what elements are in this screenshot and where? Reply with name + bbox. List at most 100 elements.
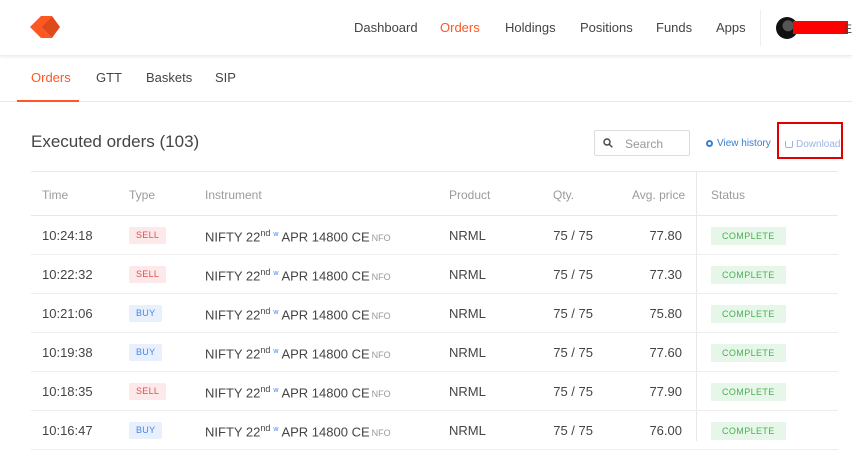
status-badge: COMPLETE: [711, 383, 786, 401]
search-icon: [603, 138, 613, 148]
instrument-contract: APR 14800 CE: [281, 385, 370, 401]
instrument-name[interactable]: NIFTY 22nd w APR 14800 CE NFO: [205, 384, 391, 400]
tab-baskets[interactable]: Baskets: [146, 70, 192, 85]
tab-sip[interactable]: SIP: [215, 70, 236, 85]
header-qty[interactable]: Qty.: [553, 188, 574, 202]
weekly-icon: w: [273, 426, 279, 434]
table-row[interactable]: 10:18:35 SELL NIFTY 22nd w APR 14800 CE NFO NR…: [31, 372, 838, 411]
order-type-badge: BUY: [129, 422, 163, 439]
order-time: 10:21:06: [42, 306, 93, 321]
product: NRML: [449, 423, 486, 438]
tab-gtt[interactable]: GTT: [96, 70, 122, 85]
nav-holdings[interactable]: Holdings: [505, 20, 556, 35]
table-row[interactable]: 10:19:38 BUY NIFTY 22nd w APR 14800 CE NFO NRM…: [31, 333, 838, 372]
order-type-badge: SELL: [129, 266, 167, 283]
main-nav: Dashboard Orders Holdings Positions Fund…: [0, 20, 852, 38]
avg-price: 77.90: [649, 384, 682, 399]
instrument-symbol: NIFTY 22: [205, 268, 261, 284]
exchange-label: NFO: [371, 272, 391, 283]
instrument-symbol: NIFTY 22: [205, 307, 261, 323]
header-product[interactable]: Product: [449, 188, 490, 202]
product: NRML: [449, 345, 486, 360]
instrument-date-suffix: nd: [260, 423, 271, 433]
weekly-icon: w: [273, 309, 279, 317]
nav-dashboard[interactable]: Dashboard: [354, 20, 418, 35]
nav-funds[interactable]: Funds: [656, 20, 692, 35]
history-icon: [706, 140, 713, 147]
download-icon: [785, 141, 793, 148]
order-type-badge: SELL: [129, 383, 167, 400]
download-link[interactable]: Download: [785, 139, 840, 150]
view-history-link[interactable]: View history: [706, 138, 771, 149]
order-time: 10:18:35: [42, 384, 93, 399]
status-badge: COMPLETE: [711, 266, 786, 284]
instrument-contract: APR 14800 CE: [281, 268, 370, 284]
table-row[interactable]: 10:24:18 SELL NIFTY 22nd w APR 14800 CE NFO NR…: [31, 216, 838, 255]
header-avg-price[interactable]: Avg. price: [632, 188, 685, 202]
weekly-icon: w: [273, 270, 279, 278]
order-type-badge: BUY: [129, 344, 163, 361]
header-status[interactable]: Status: [711, 188, 745, 202]
instrument-contract: APR 14800 CE: [281, 229, 370, 245]
product: NRML: [449, 228, 486, 243]
instrument-name[interactable]: NIFTY 22nd w APR 14800 CE NFO: [205, 423, 391, 439]
exchange-label: NFO: [371, 311, 391, 322]
avg-price: 77.30: [649, 267, 682, 282]
instrument-symbol: NIFTY 22: [205, 346, 261, 362]
instrument-name[interactable]: NIFTY 22nd w APR 14800 CE NFO: [205, 267, 391, 283]
order-type-badge: SELL: [129, 227, 167, 244]
exchange-label: NFO: [371, 428, 391, 439]
nav-positions[interactable]: Positions: [580, 20, 633, 35]
instrument-symbol: NIFTY 22: [205, 229, 261, 245]
order-time: 10:24:18: [42, 228, 93, 243]
product: NRML: [449, 384, 486, 399]
instrument-name[interactable]: NIFTY 22nd w APR 14800 CE NFO: [205, 228, 391, 244]
avg-price: 77.60: [649, 345, 682, 360]
username-tail[interactable]: E: [844, 22, 852, 36]
exchange-label: NFO: [371, 389, 391, 400]
page-title: Executed orders (103): [31, 132, 200, 151]
instrument-symbol: NIFTY 22: [205, 424, 261, 440]
tab-orders[interactable]: Orders: [31, 70, 71, 85]
nav-divider: [760, 10, 761, 46]
view-history-label: View history: [717, 138, 771, 149]
order-type-badge: BUY: [129, 305, 163, 322]
instrument-date-suffix: nd: [260, 228, 271, 238]
instrument-contract: APR 14800 CE: [281, 346, 370, 362]
weekly-icon: w: [273, 387, 279, 395]
instrument-name[interactable]: NIFTY 22nd w APR 14800 CE NFO: [205, 306, 391, 322]
search-box[interactable]: [594, 130, 690, 156]
top-navbar: Dashboard Orders Holdings Positions Fund…: [0, 0, 852, 56]
nav-apps[interactable]: Apps: [716, 20, 746, 35]
header-time[interactable]: Time: [42, 188, 68, 202]
avg-price: 76.00: [649, 423, 682, 438]
header-type[interactable]: Type: [129, 188, 155, 202]
instrument-name[interactable]: NIFTY 22nd w APR 14800 CE NFO: [205, 345, 391, 361]
status-badge: COMPLETE: [711, 344, 786, 362]
order-time: 10:19:38: [42, 345, 93, 360]
nav-orders[interactable]: Orders: [440, 20, 480, 35]
exchange-label: NFO: [371, 350, 391, 361]
instrument-symbol: NIFTY 22: [205, 385, 261, 401]
redacted-username: [793, 21, 848, 34]
quantity: 75 / 75: [553, 306, 593, 321]
table-row[interactable]: 10:22:32 SELL NIFTY 22nd w APR 14800 CE NFO NR…: [31, 255, 838, 294]
weekly-icon: w: [273, 348, 279, 356]
orders-subtabs: Orders GTT Baskets SIP: [0, 57, 852, 102]
search-input[interactable]: [625, 136, 685, 152]
avg-price: 77.80: [649, 228, 682, 243]
download-highlight-box: Download: [777, 122, 843, 159]
instrument-contract: APR 14800 CE: [281, 424, 370, 440]
header-instrument[interactable]: Instrument: [205, 188, 262, 202]
table-row[interactable]: 10:16:47 BUY NIFTY 22nd w APR 14800 CE NFO NRM…: [31, 411, 838, 450]
product: NRML: [449, 267, 486, 282]
order-time: 10:22:32: [42, 267, 93, 282]
quantity: 75 / 75: [553, 384, 593, 399]
table-row[interactable]: 10:21:06 BUY NIFTY 22nd w APR 14800 CE NFO NRM…: [31, 294, 838, 333]
instrument-date-suffix: nd: [260, 345, 271, 355]
status-badge: COMPLETE: [711, 422, 786, 440]
product: NRML: [449, 306, 486, 321]
avg-price: 75.80: [649, 306, 682, 321]
instrument-contract: APR 14800 CE: [281, 307, 370, 323]
table-header: Time Type Instrument Product Qty. Avg. p…: [31, 171, 838, 216]
